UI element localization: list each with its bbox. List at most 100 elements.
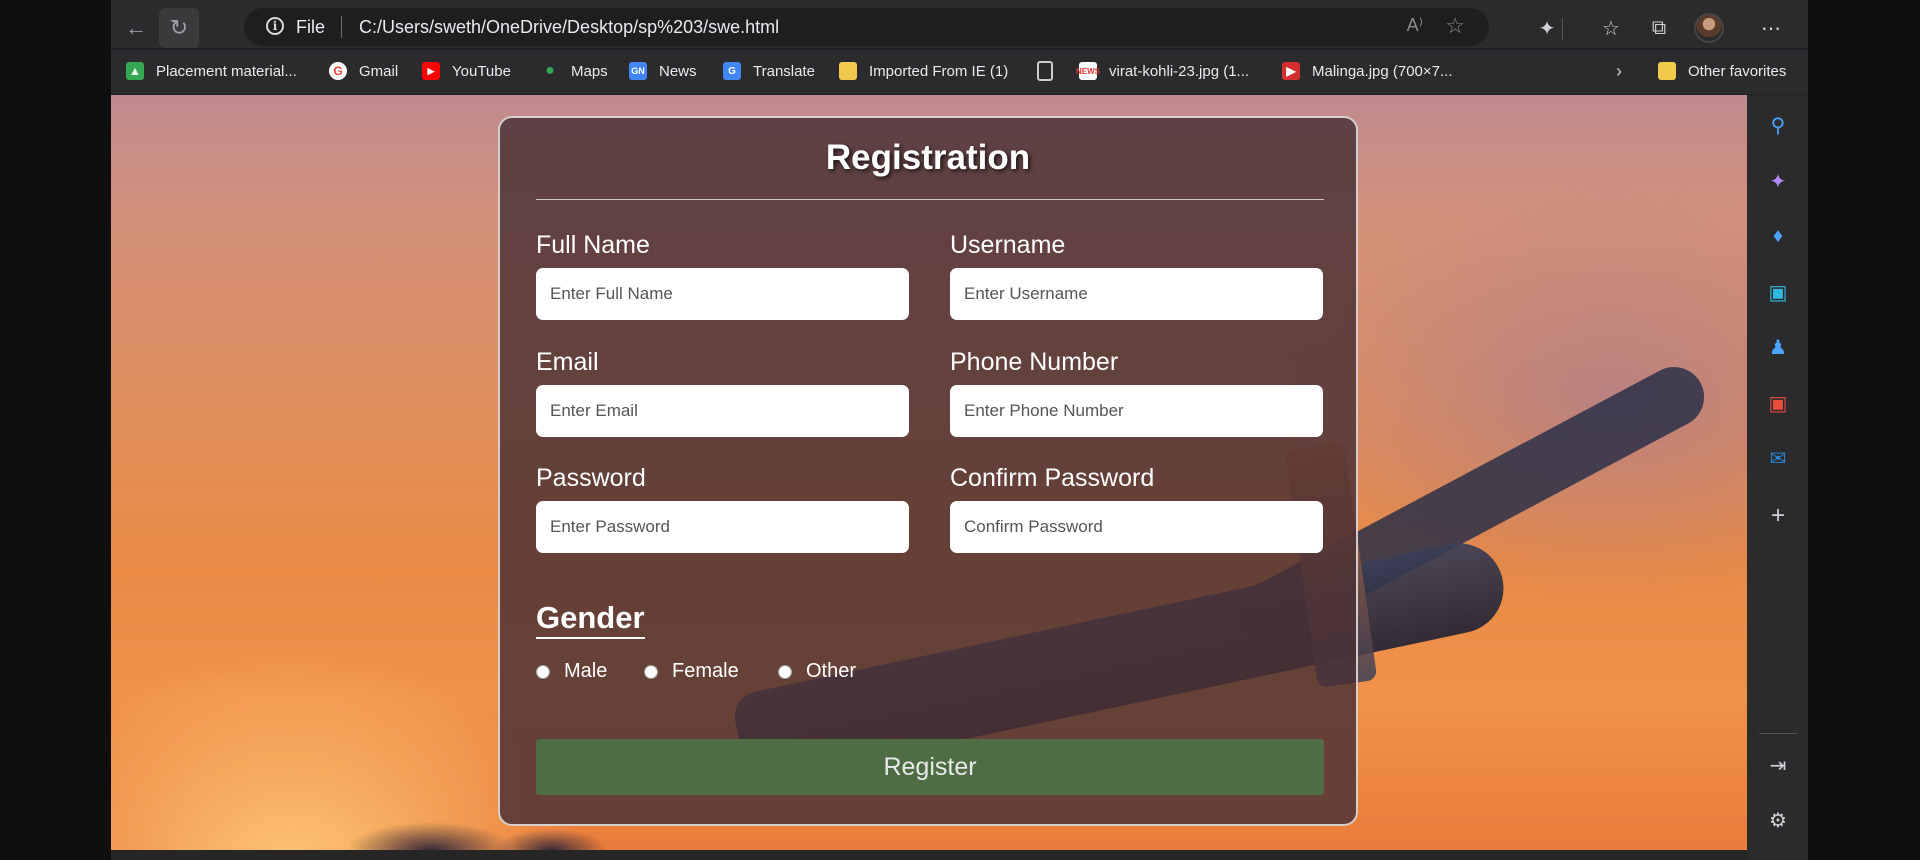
folder-icon xyxy=(839,62,857,80)
bookmark-youtube[interactable]: ▶ YouTube xyxy=(422,60,511,82)
full-name-input[interactable]: Enter Full Name xyxy=(536,268,909,320)
bookmark-page[interactable] xyxy=(1037,60,1053,82)
password-placeholder: Enter Password xyxy=(550,517,670,536)
bookmark-maps[interactable]: ● Maps xyxy=(541,60,608,82)
gender-option-female[interactable]: Female xyxy=(644,660,739,683)
window-top-edge xyxy=(111,0,1808,8)
email-group: Email Enter Email xyxy=(536,347,909,437)
folder-icon xyxy=(1658,62,1676,80)
translate-icon: G xyxy=(723,62,741,80)
bookmark-label: Placement material... xyxy=(156,62,297,80)
add-favorite-icon[interactable]: ☆ xyxy=(1445,13,1465,39)
radio-label: Female xyxy=(672,660,739,682)
bookmark-label: Gmail xyxy=(359,62,399,80)
edge-sidebar: ⚲ ✦ ♦ ▣ ♟ ▣ ✉ + ⇥ ⚙ xyxy=(1747,95,1808,860)
site-info-icon[interactable]: i xyxy=(266,17,284,35)
hide-sidebar-icon[interactable]: ⇥ xyxy=(1762,749,1794,781)
confirm-password-group: Confirm Password Confirm Password xyxy=(950,463,1323,553)
bookmark-label: Translate xyxy=(753,62,815,80)
add-icon[interactable]: + xyxy=(1762,500,1794,532)
favorites-icon[interactable]: ☆ xyxy=(1591,8,1631,48)
back-button[interactable]: ← xyxy=(116,8,156,48)
gender-option-male[interactable]: Male xyxy=(536,660,607,683)
phone-placeholder: Enter Phone Number xyxy=(964,401,1124,420)
url-text[interactable]: C:/Users/sweth/OneDrive/Desktop/sp%203/s… xyxy=(359,17,779,38)
bookmark-label: YouTube xyxy=(452,62,511,80)
back-arrow-icon: ← xyxy=(125,15,147,40)
bookmark-translate[interactable]: G Translate xyxy=(723,60,815,82)
gender-heading: Gender xyxy=(536,600,645,639)
registration-card: Registration Full Name Enter Full Name U… xyxy=(498,116,1358,826)
window-bottom-edge xyxy=(111,850,1747,860)
phone-group: Phone Number Enter Phone Number xyxy=(950,347,1323,437)
read-aloud-icon[interactable]: A⁾ xyxy=(1407,15,1423,36)
password-label: Password xyxy=(536,464,646,492)
bookmark-gmail[interactable]: G Gmail xyxy=(329,60,398,82)
search-icon[interactable]: ⚲ xyxy=(1762,109,1794,141)
password-group: Password Enter Password xyxy=(536,463,909,553)
email-placeholder: Enter Email xyxy=(550,401,638,420)
title-divider xyxy=(536,199,1324,200)
bookmark-label: Malinga.jpg (700×7... xyxy=(1312,62,1453,80)
bookmark-virat-kohli[interactable]: NEWS virat-kohli-23.jpg (1... xyxy=(1076,60,1249,82)
outlook-icon[interactable]: ✉ xyxy=(1762,442,1794,474)
radio-button[interactable] xyxy=(536,664,550,679)
form-title: Registration xyxy=(825,138,1031,177)
profile-avatar[interactable] xyxy=(1694,13,1724,43)
page-icon xyxy=(1037,61,1053,81)
radio-button[interactable] xyxy=(778,664,792,679)
refresh-icon: ↻ xyxy=(169,15,189,40)
tools-briefcase-icon[interactable]: ▣ xyxy=(1762,276,1794,308)
username-label: Username xyxy=(950,231,1066,259)
office-icon[interactable]: ▣ xyxy=(1762,387,1794,419)
username-input[interactable]: Enter Username xyxy=(950,268,1323,320)
drive-icon: ▲ xyxy=(126,62,144,80)
maps-icon: ● xyxy=(545,62,555,79)
games-icon[interactable]: ♟ xyxy=(1762,331,1794,363)
email-input[interactable]: Enter Email xyxy=(536,385,909,437)
refresh-button[interactable]: ↻ xyxy=(159,8,199,48)
bookmarks-overflow-chevron-icon[interactable]: › xyxy=(1616,60,1622,82)
register-button[interactable]: Register xyxy=(536,739,1324,795)
bookmark-placement-material[interactable]: ▲ Placement material... xyxy=(126,60,297,82)
username-group: Username Enter Username xyxy=(950,230,1323,320)
more-menu-icon[interactable]: ⋯ xyxy=(1751,8,1791,48)
other-favorites-folder[interactable]: Other favorites xyxy=(1658,60,1786,82)
browser-window: ← ↻ i File C:/Users/sweth/OneDrive/Deskt… xyxy=(111,0,1808,860)
copilot-icon[interactable]: ✦ xyxy=(1762,165,1794,197)
shopping-tag-icon[interactable]: ♦ xyxy=(1762,220,1794,252)
bookmarks-bar: ▲ Placement material... G Gmail ▶ YouTub… xyxy=(111,50,1808,94)
address-separator xyxy=(341,16,342,38)
confirm-password-placeholder: Confirm Password xyxy=(964,517,1103,536)
radio-label: Male xyxy=(564,660,608,682)
toolbar-divider xyxy=(1562,18,1563,40)
sidebar-divider xyxy=(1759,733,1797,734)
radio-label: Other xyxy=(806,660,857,682)
other-favorites-label: Other favorites xyxy=(1688,62,1787,80)
username-placeholder: Enter Username xyxy=(964,284,1088,303)
scheme-label: File xyxy=(296,17,326,37)
email-label: Email xyxy=(536,348,599,376)
extensions-icon[interactable]: ✦ xyxy=(1527,8,1567,48)
phone-input[interactable]: Enter Phone Number xyxy=(950,385,1323,437)
radio-button[interactable] xyxy=(644,664,658,679)
image-site-icon: ▶ xyxy=(1282,62,1300,80)
collections-icon[interactable]: ⧉ xyxy=(1639,8,1679,48)
youtube-icon: ▶ xyxy=(422,62,440,80)
bookmark-label: Imported From IE (1) xyxy=(869,62,1009,80)
google-icon: G xyxy=(329,62,347,80)
full-name-label: Full Name xyxy=(536,231,650,259)
bookmark-malinga[interactable]: ▶ Malinga.jpg (700×7... xyxy=(1282,60,1453,82)
gender-option-other[interactable]: Other xyxy=(778,660,856,683)
news-site-icon: NEWS xyxy=(1076,62,1100,80)
news-icon: GN xyxy=(629,62,647,80)
page-viewport: Registration Full Name Enter Full Name U… xyxy=(111,95,1747,850)
phone-label: Phone Number xyxy=(950,348,1119,376)
bookmark-imported-from-ie[interactable]: Imported From IE (1) xyxy=(839,60,1008,82)
bookmark-news[interactable]: GN News xyxy=(629,60,697,82)
settings-gear-icon[interactable]: ⚙ xyxy=(1762,804,1794,836)
address-bar[interactable]: i File C:/Users/sweth/OneDrive/Desktop/s… xyxy=(244,8,1489,46)
full-name-group: Full Name Enter Full Name xyxy=(536,230,909,320)
password-input[interactable]: Enter Password xyxy=(536,501,909,553)
confirm-password-input[interactable]: Confirm Password xyxy=(950,501,1323,553)
